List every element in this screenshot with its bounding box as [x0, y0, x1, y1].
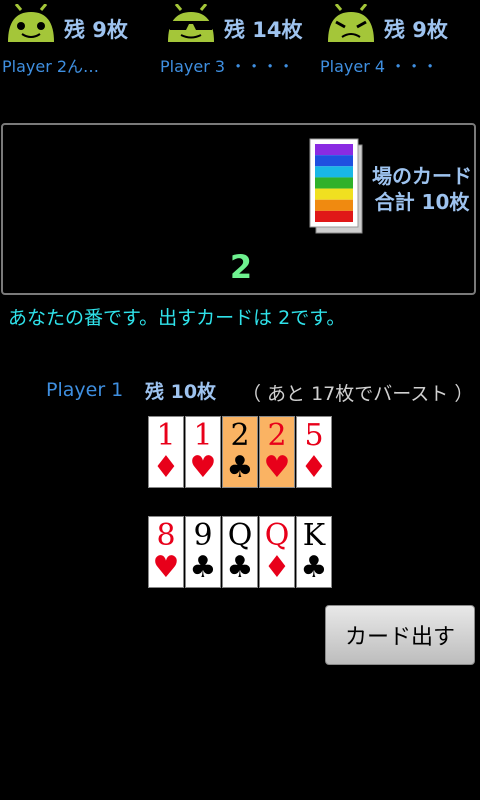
playing-card[interactable]: 2 ♣ — [222, 416, 258, 488]
card-pile-icon — [309, 138, 363, 234]
field-label-title: 場のカード — [372, 164, 472, 188]
card-back-stripe — [315, 144, 353, 156]
opponent-2: 残 9枚 — [4, 4, 154, 48]
card-rank: Q — [227, 518, 253, 553]
bust-remaining: （ あと 17枚でバースト ） — [242, 383, 474, 405]
opponent-name: Player 4 ・・・ — [320, 57, 439, 76]
card-suit-icon: ♦ — [152, 450, 180, 485]
play-card-button[interactable]: カード出す — [325, 605, 475, 665]
playing-card[interactable]: 1 ♦ — [148, 416, 184, 488]
card-rank: 2 — [267, 418, 287, 453]
card-suit-icon: ♣ — [226, 450, 254, 485]
field-label-total: 合計 10枚 — [374, 190, 470, 214]
card-suit-icon: ♣ — [189, 550, 217, 585]
android-robot-frown-icon — [328, 4, 374, 42]
playing-card[interactable]: K ♣ — [296, 516, 332, 588]
playing-card[interactable]: Q ♣ — [222, 516, 258, 588]
android-robot-sunglasses-icon — [166, 4, 216, 42]
card-rank: K — [302, 518, 326, 553]
playing-card[interactable]: 1 ♥ — [185, 416, 221, 488]
card-suit-icon: ♥ — [263, 450, 291, 485]
card-rank: 2 — [230, 418, 250, 453]
opponent-4: 残 9枚 — [324, 4, 474, 48]
card-suit-icon: ♦ — [300, 450, 328, 485]
card-suit-icon: ♦ — [263, 550, 291, 585]
opponent-card-count: 残 9枚 — [64, 18, 128, 42]
opponent-card-count: 残 9枚 — [384, 18, 448, 42]
card-back-stripe — [315, 177, 353, 189]
playing-card[interactable]: 5 ♦ — [296, 416, 332, 488]
card-rank: 5 — [304, 418, 324, 453]
card-back-stripe — [315, 199, 353, 211]
field-panel: 場のカード 合計 10枚 2 — [1, 123, 476, 295]
turn-message: あなたの番です。出すカードは 2です。 — [8, 307, 346, 329]
playing-card[interactable]: Q ♦ — [259, 516, 295, 588]
player-name: Player 1 — [46, 379, 124, 401]
card-rank: 8 — [156, 518, 176, 553]
card-back-stripe — [315, 210, 353, 222]
card-rank: 9 — [193, 518, 213, 553]
card-rank: 1 — [156, 418, 176, 453]
player-info: Player 1 残 10枚 （ あと 17枚でバースト ） — [0, 377, 480, 405]
card-suit-icon: ♥ — [152, 550, 180, 585]
android-robot-icon — [8, 4, 54, 42]
opponent-card-count: 残 14枚 — [224, 18, 303, 42]
player-card-count: 残 10枚 — [145, 381, 217, 403]
opponent-name: Player 2ん… — [2, 57, 100, 76]
card-back-stripe — [315, 188, 353, 200]
card-rank: 1 — [193, 418, 213, 453]
field-card-total: 場のカード 合計 10枚 — [364, 163, 480, 215]
card-suit-icon: ♣ — [300, 550, 328, 585]
card-back-stripe — [315, 166, 353, 178]
opponent-name: Player 3 ・・・・ — [160, 57, 295, 76]
card-rank: Q — [264, 518, 290, 553]
playing-card[interactable]: 8 ♥ — [148, 516, 184, 588]
playing-card[interactable]: 2 ♥ — [259, 416, 295, 488]
card-back-stripe — [315, 155, 353, 167]
playing-card[interactable]: 9 ♣ — [185, 516, 221, 588]
card-suit-icon: ♥ — [189, 450, 217, 485]
current-number: 2 — [229, 248, 253, 286]
card-suit-icon: ♣ — [226, 550, 254, 585]
opponent-3: 残 14枚 — [164, 4, 314, 48]
